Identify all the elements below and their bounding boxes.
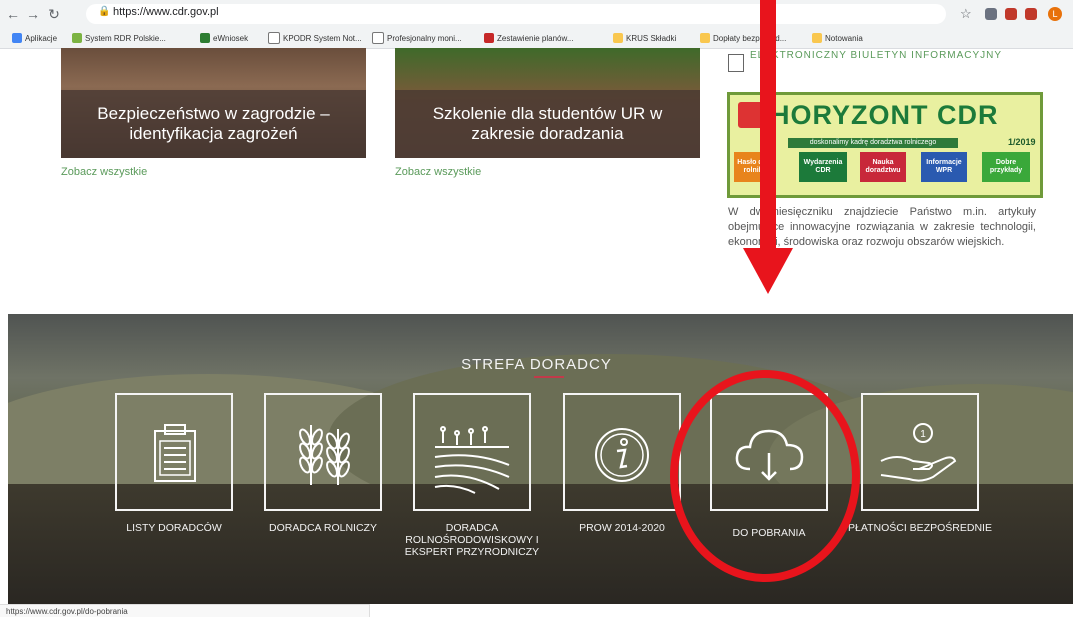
horyzont-tagline: doskonalimy kadrę doradztwa rolniczego: [788, 138, 958, 148]
doradca-rolniczy-label[interactable]: DORADCA ROLNICZY: [248, 522, 398, 534]
profile-avatar[interactable]: L: [1048, 7, 1062, 21]
prow-tile[interactable]: [563, 393, 681, 511]
field-icon: [434, 426, 510, 494]
ebi-link[interactable]: ELEKTRONICZNY BIULETYN INFORMACYJNY: [750, 50, 1010, 62]
strefa-title: STREFA DORADCY: [461, 356, 612, 373]
platnosci-label[interactable]: PŁATNOŚCI BEZPOŚREDNIE: [845, 522, 995, 534]
reload-icon[interactable]: ↻: [45, 5, 63, 23]
annotation-arrow: [760, 0, 776, 250]
clipboard-icon: [154, 424, 196, 482]
news-title: Szkolenie dla studentów UR w zakresie do…: [395, 90, 700, 158]
news-tile[interactable]: Szkolenie dla studentów UR w zakresie do…: [395, 48, 700, 158]
forward-icon[interactable]: →: [24, 5, 42, 23]
extension-icon[interactable]: [1025, 8, 1037, 20]
listy-doradcow-label[interactable]: LISTY DORADCÓW: [99, 522, 249, 534]
horyzont-issue: 1/2019: [1008, 137, 1036, 147]
news-title: Bezpieczeństwo w zagrodzie – identyfikac…: [61, 90, 366, 158]
bookmark-apps[interactable]: Aplikacje: [12, 31, 57, 45]
horyzont-button[interactable]: Informacje WPR: [921, 152, 967, 182]
bookmark-item[interactable]: Profesjonalny moni...: [372, 31, 462, 45]
bookmark-item[interactable]: System RDR Polskie...: [72, 31, 166, 45]
bookmark-item[interactable]: eWniosek: [200, 31, 248, 45]
doradca-rolnosrodowiskowy-tile[interactable]: [413, 393, 531, 511]
annotation-circle: [670, 370, 860, 582]
see-all-link[interactable]: Zobacz wszystkie: [61, 166, 147, 178]
extension-icon[interactable]: [985, 8, 997, 20]
horyzont-button[interactable]: Dobre przykłady: [982, 152, 1030, 182]
bookmark-item[interactable]: Zestawienie planów...: [484, 31, 574, 45]
horyzont-button[interactable]: Wydarzenia CDR: [799, 152, 847, 182]
title-underline: [534, 376, 564, 378]
bookmark-folder[interactable]: Notowania: [812, 31, 863, 45]
lock-icon[interactable]: 🔒: [98, 6, 110, 17]
horyzont-button[interactable]: Nauka doradztwu: [860, 152, 906, 182]
platnosci-tile[interactable]: 1: [861, 393, 979, 511]
doradca-rolnosrodowiskowy-label[interactable]: DORADCA ROLNOŚRODOWISKOWY I EKSPERT PRZY…: [397, 522, 547, 558]
bookmark-item[interactable]: KPODR System Not...: [268, 31, 362, 45]
news-tile[interactable]: Bezpieczeństwo w zagrodzie – identyfikac…: [61, 48, 366, 158]
extension-icon[interactable]: [1005, 8, 1017, 20]
see-all-link[interactable]: Zobacz wszystkie: [395, 166, 481, 178]
document-icon: [728, 54, 744, 72]
annotation-arrow-head: [743, 248, 793, 294]
back-icon[interactable]: ←: [4, 5, 22, 23]
prow-label[interactable]: PROW 2014-2020: [547, 522, 697, 534]
doradca-rolniczy-tile[interactable]: [264, 393, 382, 511]
info-icon: [595, 428, 649, 482]
listy-doradcow-tile[interactable]: [115, 393, 233, 511]
hand-coin-icon: 1: [880, 423, 957, 482]
bookmark-star-icon[interactable]: ☆: [960, 6, 972, 22]
address-url[interactable]: https://www.cdr.gov.pl: [113, 6, 219, 18]
wheat-icon: [299, 425, 350, 485]
svg-text:1: 1: [920, 429, 926, 440]
status-bar-url: https://www.cdr.gov.pl/do-pobrania: [0, 604, 370, 617]
bookmark-folder[interactable]: KRUS Składki: [613, 31, 676, 45]
horyzont-title: HORYZONT CDR: [770, 100, 999, 130]
